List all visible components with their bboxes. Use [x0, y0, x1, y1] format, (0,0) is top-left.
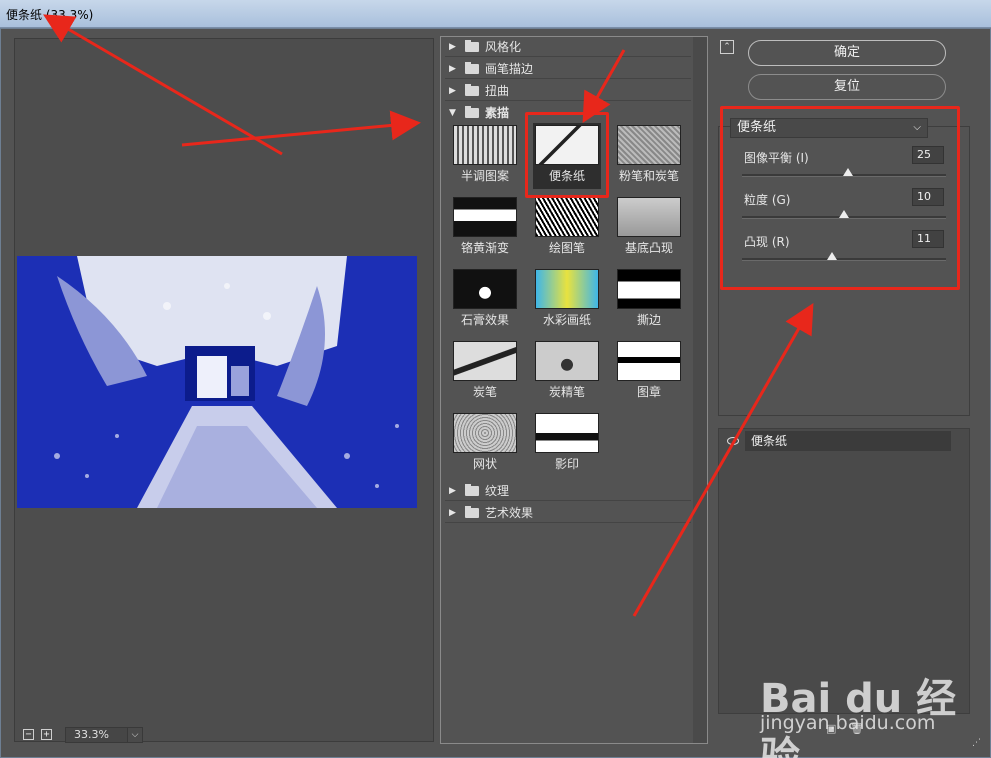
thumb-image	[453, 197, 517, 237]
thumb-image	[617, 125, 681, 165]
thumb-stamp[interactable]: 图章	[615, 339, 683, 405]
thumb-image	[453, 413, 517, 453]
category-texture[interactable]: ▶ 纹理	[445, 481, 691, 501]
thumb-chrome[interactable]: 铬黄渐变	[451, 195, 519, 261]
thumb-charcoal[interactable]: 炭笔	[451, 339, 519, 405]
expand-triangle-icon: ▶	[449, 64, 456, 74]
thumb-halftone[interactable]: 半调图案	[451, 123, 519, 189]
thumb-image	[535, 413, 599, 453]
thumb-label: 影印	[554, 457, 579, 471]
thumb-label: 半调图案	[460, 169, 509, 183]
thumb-label: 炭精笔	[548, 385, 585, 399]
eye-visibility-icon[interactable]	[727, 437, 739, 445]
thumb-label: 撕边	[636, 313, 661, 327]
thumb-image	[453, 269, 517, 309]
annotation-box-settings	[720, 106, 960, 290]
thumb-bas-relief[interactable]: 基底凸现	[615, 195, 683, 261]
settings-panel: ⌃ 确定 复位 便条纸 ⌵ 图像平衡 (I) 25 粒度 (G) 10 凸现 (…	[714, 36, 976, 744]
thumb-chalk-charcoal[interactable]: 粉笔和炭笔	[615, 123, 683, 189]
thumb-label: 炭笔	[472, 385, 497, 399]
annotation-box-thumbnail	[525, 112, 609, 198]
expand-triangle-icon: ▶	[449, 42, 456, 52]
thumb-label: 石膏效果	[460, 313, 509, 327]
title-bar: 便条纸 (33.3%)	[0, 0, 991, 28]
category-artistic[interactable]: ▶ 艺术效果	[445, 503, 691, 523]
category-label: 画笔描边	[485, 62, 534, 76]
thumb-image	[453, 341, 517, 381]
category-label: 风格化	[485, 40, 522, 54]
baidu-watermark-url: jingyan.baidu.com	[760, 712, 936, 734]
preview-pane[interactable]: − + 33.3% ⌵	[14, 38, 434, 743]
thumb-graphic-pen[interactable]: 绘图笔	[533, 195, 601, 261]
reset-button[interactable]: 复位	[748, 74, 946, 100]
thumb-water-paper[interactable]: 水彩画纸	[533, 267, 601, 333]
category-label: 扭曲	[485, 84, 510, 98]
thumb-label: 网状	[472, 457, 497, 471]
zoom-in-button[interactable]: +	[41, 729, 52, 740]
thumb-photocopy[interactable]: 影印	[533, 411, 601, 477]
thumb-image	[535, 269, 599, 309]
expand-triangle-icon: ▶	[449, 508, 456, 518]
folder-open-icon	[465, 106, 479, 118]
thumb-image	[617, 269, 681, 309]
thumb-label: 粉笔和炭笔	[618, 169, 679, 183]
folder-icon	[465, 62, 479, 74]
category-label: 纹理	[485, 484, 510, 498]
folder-icon	[465, 40, 479, 52]
preview-image	[17, 256, 417, 508]
category-label: 艺术效果	[485, 506, 534, 520]
thumb-image	[535, 197, 599, 237]
filter-gallery: ▶ 风格化 ▶ 画笔描边 ▶ 扭曲 ▼ 素描 半调图案 便条纸 粉笔和炭笔 铬黄…	[440, 36, 708, 744]
thumb-torn-edges[interactable]: 撕边	[615, 267, 683, 333]
collapse-triangle-icon: ▼	[449, 108, 456, 118]
thumb-label: 铬黄渐变	[460, 241, 509, 255]
thumb-image	[535, 341, 599, 381]
thumb-label: 图章	[636, 385, 661, 399]
window-title: 便条纸 (33.3%)	[6, 8, 94, 22]
thumb-conte-crayon[interactable]: 炭精笔	[533, 339, 601, 405]
expand-triangle-icon: ▶	[449, 486, 456, 496]
thumb-reticulation[interactable]: 网状	[451, 411, 519, 477]
gallery-scrollbar[interactable]	[693, 37, 707, 743]
ok-button[interactable]: 确定	[748, 40, 946, 66]
thumb-plaster[interactable]: 石膏效果	[451, 267, 519, 333]
zoom-level-field[interactable]: 33.3%	[65, 727, 135, 743]
folder-icon	[465, 484, 479, 496]
thumb-image	[453, 125, 517, 165]
category-label: 素描	[485, 106, 510, 120]
folder-icon	[465, 84, 479, 96]
thumb-image	[617, 341, 681, 381]
category-stylize[interactable]: ▶ 风格化	[445, 37, 691, 57]
thumb-label: 基底凸现	[624, 241, 673, 255]
expand-triangle-icon: ▶	[449, 86, 456, 96]
effect-layer-row[interactable]: 便条纸	[745, 431, 951, 451]
thumb-label: 水彩画纸	[542, 313, 591, 327]
thumb-label: 绘图笔	[548, 241, 585, 255]
folder-icon	[465, 506, 479, 518]
thumb-image	[617, 197, 681, 237]
category-brush-strokes[interactable]: ▶ 画笔描边	[445, 59, 691, 79]
zoom-dropdown-chevron-icon[interactable]: ⌵	[127, 727, 143, 743]
category-distort[interactable]: ▶ 扭曲	[445, 81, 691, 101]
collapse-gallery-icon[interactable]: ⌃	[720, 40, 734, 54]
zoom-out-button[interactable]: −	[23, 729, 34, 740]
